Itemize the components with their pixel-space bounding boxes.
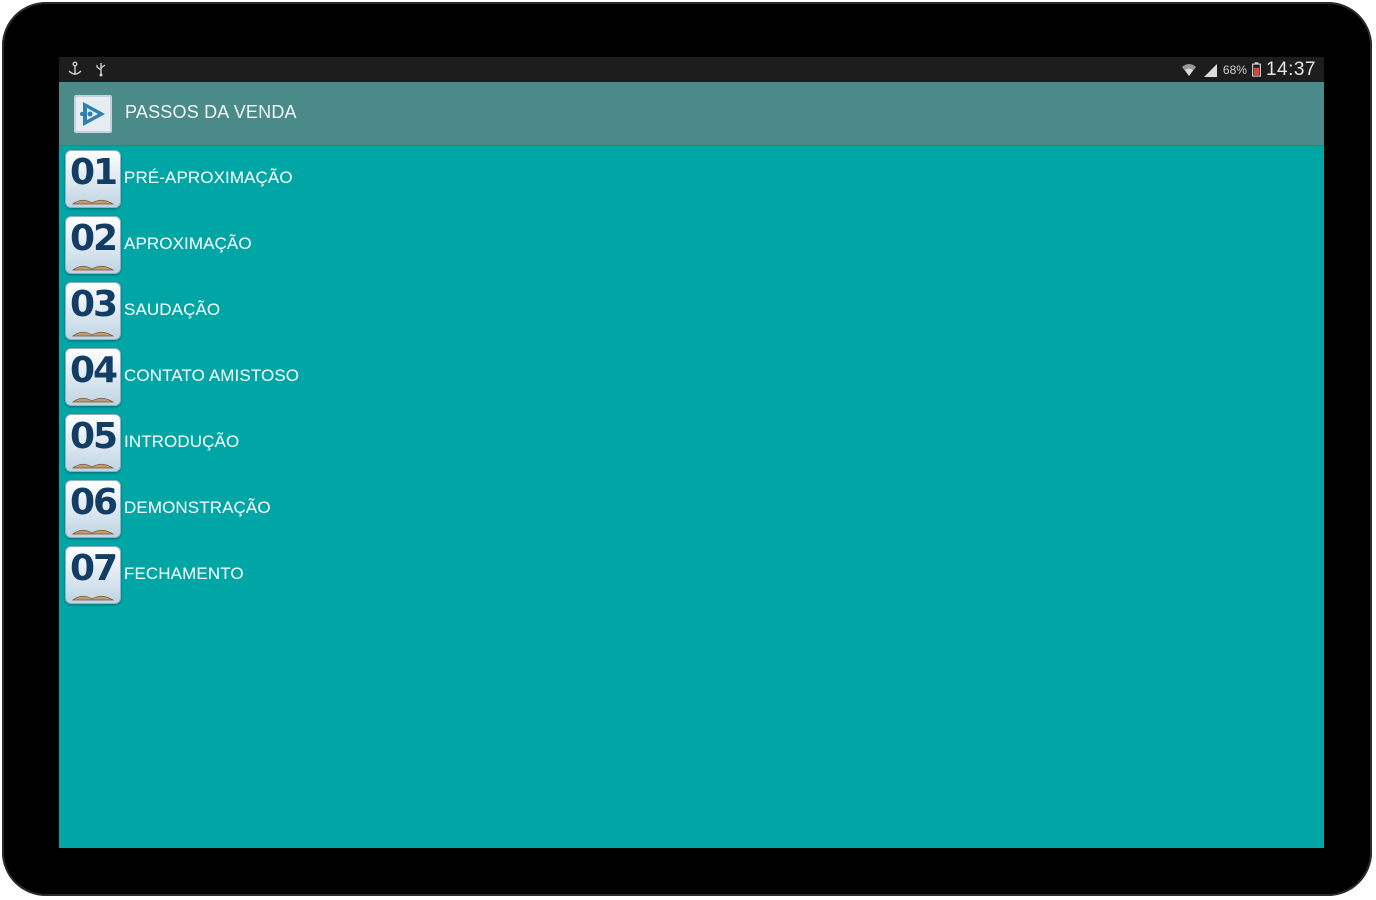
anchor-icon: [68, 61, 82, 75]
tablet-frame: 68% 14:37 PASSOS DA VENDA 01 PRÉ-APROXIM…: [2, 2, 1372, 896]
app-logo[interactable]: [74, 95, 112, 133]
steps-list: 01 PRÉ-APROXIMAÇÃO 02 APROXIMAÇÃO 03 SAU…: [59, 146, 1324, 608]
open-book-icon: [71, 331, 115, 337]
step-label: APROXIMAÇÃO: [124, 234, 252, 253]
step-number: 05: [69, 416, 118, 457]
open-book-icon: [71, 199, 115, 205]
device-screen: 68% 14:37 PASSOS DA VENDA 01 PRÉ-APROXIM…: [59, 57, 1324, 848]
status-bar: 68% 14:37: [59, 57, 1324, 82]
signal-icon: [1203, 63, 1217, 77]
step-label: CONTATO AMISTOSO: [124, 366, 300, 385]
battery-percent: 68%: [1222, 62, 1247, 77]
list-item[interactable]: 06 DEMONSTRAÇÃO: [59, 476, 1324, 542]
wifi-icon: [1181, 63, 1196, 76]
step-label: SAUDAÇÃO: [124, 300, 221, 319]
step-number: 06: [69, 482, 118, 523]
open-book-icon: [71, 397, 115, 403]
step-label: FECHAMENTO: [124, 564, 244, 583]
status-indicators: 68% 14:37: [1181, 59, 1316, 80]
status-clock: 14:37: [1265, 58, 1316, 80]
play-arrow-icon: [74, 95, 112, 133]
step-number-badge: 05: [65, 414, 121, 472]
usb-icon: [96, 63, 106, 77]
step-number: 01: [69, 152, 118, 193]
list-item[interactable]: 07 FECHAMENTO: [59, 542, 1324, 608]
step-number: 07: [69, 548, 118, 589]
step-number: 03: [69, 284, 118, 325]
step-number-badge: 04: [65, 348, 121, 406]
battery-icon: [1252, 62, 1261, 77]
step-label: DEMONSTRAÇÃO: [124, 498, 271, 517]
step-number-badge: 01: [65, 150, 121, 208]
step-number-badge: 02: [65, 216, 121, 274]
list-item[interactable]: 05 INTRODUÇÃO: [59, 410, 1324, 476]
action-bar-title: PASSOS DA VENDA: [125, 102, 297, 122]
open-book-icon: [71, 463, 115, 469]
step-number-badge: 03: [65, 282, 121, 340]
open-book-icon: [71, 265, 115, 271]
step-label: INTRODUÇÃO: [124, 432, 240, 451]
step-number-badge: 07: [65, 546, 121, 604]
status-notifications: [67, 61, 109, 77]
list-item[interactable]: 04 CONTATO AMISTOSO: [59, 344, 1324, 410]
open-book-icon: [71, 595, 115, 601]
list-item[interactable]: 01 PRÉ-APROXIMAÇÃO: [59, 146, 1324, 212]
step-number-badge: 06: [65, 480, 121, 538]
action-bar: PASSOS DA VENDA: [59, 82, 1324, 146]
step-label: PRÉ-APROXIMAÇÃO: [124, 168, 293, 187]
list-item[interactable]: 03 SAUDAÇÃO: [59, 278, 1324, 344]
step-number: 02: [69, 218, 118, 259]
step-number: 04: [69, 350, 118, 391]
list-item[interactable]: 02 APROXIMAÇÃO: [59, 212, 1324, 278]
open-book-icon: [71, 529, 115, 535]
